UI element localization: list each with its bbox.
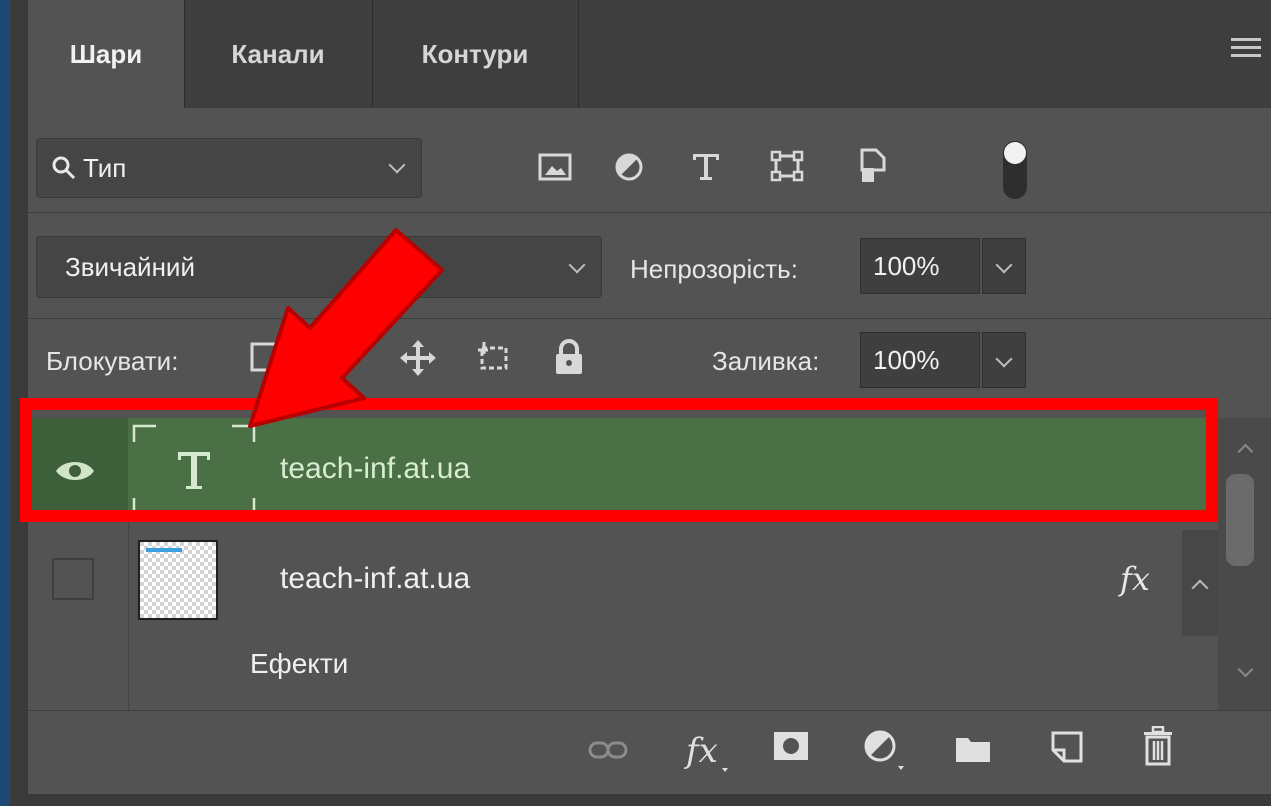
fill-value: 100% — [873, 344, 940, 375]
layers-bottom-toolbar — [28, 710, 1271, 795]
fx-icon[interactable]: fx — [684, 730, 730, 774]
tab-channels[interactable]: Канали — [184, 0, 373, 108]
tab-layers[interactable]: Шари — [28, 0, 185, 108]
annotation-highlight-box — [20, 398, 1218, 522]
opacity-value: 100% — [873, 250, 940, 281]
chevron-down-icon — [568, 256, 586, 274]
fill-input[interactable]: 100% — [860, 332, 980, 388]
scrollbar-thumb[interactable] — [1226, 474, 1254, 566]
delete-layer-icon[interactable] — [1142, 726, 1174, 766]
chevron-up-icon — [1191, 579, 1209, 597]
fill-dropdown-button[interactable] — [982, 332, 1026, 388]
type-filter-icon[interactable] — [690, 150, 722, 182]
layer-effects-badge[interactable]: fx — [1120, 560, 1150, 598]
tab-paths[interactable]: Контури — [372, 0, 579, 108]
chevron-down-icon — [388, 156, 406, 174]
image-filter-icon[interactable] — [538, 152, 572, 182]
new-layer-icon[interactable] — [1050, 730, 1084, 764]
lock-artboard-icon[interactable] — [476, 340, 514, 376]
annotation-arrow-icon — [248, 228, 444, 428]
window-edge — [0, 0, 10, 806]
svg-text:fx: fx — [684, 731, 718, 771]
chevron-down-icon — [995, 350, 1013, 368]
tab-layers-label: Шари — [69, 38, 143, 69]
divider — [128, 520, 129, 710]
panel-tab-bar: Шари Канали Контури — [28, 0, 1271, 108]
add-mask-icon[interactable] — [772, 730, 810, 762]
new-group-icon[interactable] — [954, 734, 992, 764]
lock-all-icon[interactable] — [554, 338, 584, 376]
link-layers-icon[interactable] — [588, 738, 628, 762]
lock-label: Блокувати: — [46, 346, 179, 376]
shape-filter-icon[interactable] — [770, 150, 804, 182]
adjustment-filter-icon[interactable] — [614, 152, 644, 182]
filter-toggle-icon[interactable] — [1000, 138, 1030, 202]
layer-name: teach-inf.at.ua — [280, 562, 471, 595]
divider — [28, 212, 1271, 213]
layers-panel: Шари Канали Контури Тип Звичайний Непроз… — [20, 0, 1271, 806]
panel-menu-icon[interactable] — [1231, 38, 1261, 66]
divider — [28, 318, 1271, 319]
adjustment-layer-icon[interactable] — [862, 728, 906, 772]
opacity-label: Непрозорість: — [630, 254, 798, 284]
filter-kind-label: Тип — [83, 152, 127, 183]
panel-footer-strip — [28, 794, 1271, 806]
filter-kind-select[interactable]: Тип — [36, 138, 422, 198]
opacity-input[interactable]: 100% — [860, 238, 980, 294]
smart-object-filter-icon[interactable] — [858, 148, 888, 184]
opacity-dropdown-button[interactable] — [982, 238, 1026, 294]
tab-channels-label: Канали — [231, 38, 325, 69]
visibility-toggle[interactable] — [52, 558, 94, 600]
chevron-down-icon — [995, 256, 1013, 274]
fill-label: Заливка: — [712, 346, 820, 376]
search-icon — [52, 156, 76, 180]
blend-mode-label: Звичайний — [65, 251, 195, 282]
effects-collapse-button[interactable] — [1182, 530, 1218, 636]
effects-label: Ефекти — [250, 648, 349, 679]
tab-paths-label: Контури — [421, 38, 529, 69]
layer-thumbnail — [138, 540, 218, 620]
